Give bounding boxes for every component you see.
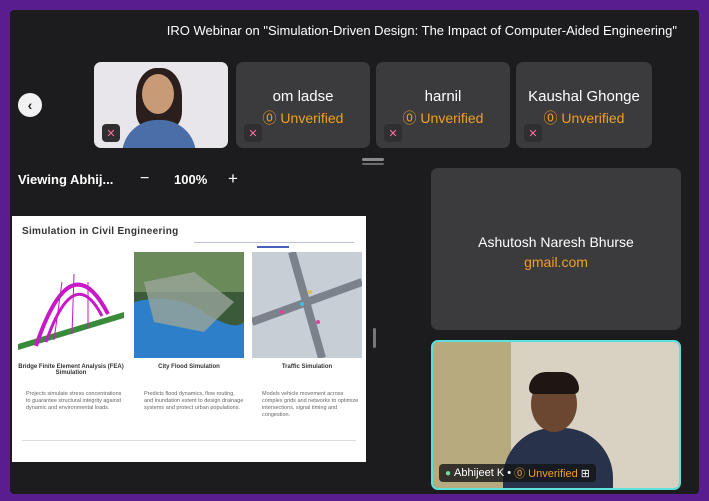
splitter-handle[interactable] xyxy=(373,328,376,348)
city-flood-image xyxy=(134,252,244,358)
participant-tile-harnil[interactable]: harnil ⓪ Unverified ✕ xyxy=(376,62,510,148)
bridge-fea-image xyxy=(16,252,126,358)
unverified-badge: ⓪ Unverified xyxy=(514,468,578,480)
screen-share-icon: ⊞ xyxy=(580,467,590,480)
participant-name: Kaushal Ghonge xyxy=(528,88,640,105)
resize-handle[interactable] xyxy=(362,158,384,161)
speaker-label: ● Abhijeet K • ⓪ Unverified ⊞ xyxy=(439,464,596,482)
slide-desc-2: Predicts flood dynamics, flow routing, a… xyxy=(144,391,244,411)
participant-tile-om-ladse[interactable]: om ladse ⓪ Unverified ✕ xyxy=(236,62,370,148)
slide-caption-3: Traffic Simulation xyxy=(281,364,333,370)
slide-desc-1: Projects simulate stress concentrations … xyxy=(26,391,122,411)
speaker-name: Abhijeet K • xyxy=(454,467,512,479)
slide-caption-1: Bridge Finite Element Analysis (FEA) Sim… xyxy=(18,364,124,376)
zoom-in-button[interactable]: + xyxy=(228,169,238,189)
meeting-window: IRO Webinar on "Simulation-Driven Design… xyxy=(10,10,699,494)
zoom-level: 100% xyxy=(174,172,208,187)
slide-title: Simulation in Civil Engineering xyxy=(22,226,179,237)
traffic-simulation-image xyxy=(252,252,362,358)
participant-body xyxy=(122,120,196,148)
shared-screen-slide: Simulation in Civil Engineering Bridge F… xyxy=(12,216,366,462)
self-video-tile[interactable]: ✕ xyxy=(94,62,228,148)
mic-muted-icon: ✕ xyxy=(244,124,262,142)
zoom-out-button[interactable]: − xyxy=(140,170,149,188)
participant-name: Ashutosh Naresh Bhurse xyxy=(478,234,634,250)
previous-page-button[interactable]: ‹ xyxy=(18,93,42,117)
speaker-hair xyxy=(529,372,579,394)
resize-handle-line xyxy=(362,163,384,165)
active-speaker-video[interactable]: ● Abhijeet K • ⓪ Unverified ⊞ xyxy=(431,340,681,490)
slide-caption-2: City Flood Simulation xyxy=(158,364,220,370)
slide-desc-3: Models vehicle movement across complex g… xyxy=(262,391,359,418)
participant-tile-kaushal-ghonge[interactable]: Kaushal Ghonge ⓪ Unverified ✕ xyxy=(516,62,652,148)
meeting-title: IRO Webinar on "Simulation-Driven Design… xyxy=(166,23,677,38)
slide-footer-line xyxy=(22,440,356,441)
participant-name: om ladse xyxy=(272,88,334,105)
mic-on-icon: ● xyxy=(445,467,452,479)
participant-name: harnil xyxy=(424,88,462,105)
participant-email: gmail.com xyxy=(524,254,588,270)
participant-tile-ashutosh[interactable]: Ashutosh Naresh Bhurse gmail.com xyxy=(431,168,681,330)
mic-muted-icon: ✕ xyxy=(524,124,542,142)
slide-divider-accent xyxy=(257,246,289,248)
chevron-left-icon: ‹ xyxy=(27,97,33,113)
mic-muted-icon: ✕ xyxy=(384,124,402,142)
viewing-label: Viewing Abhij... xyxy=(18,172,114,187)
mic-muted-icon: ✕ xyxy=(102,124,120,142)
slide-divider xyxy=(194,242,354,243)
participant-face xyxy=(142,74,174,114)
